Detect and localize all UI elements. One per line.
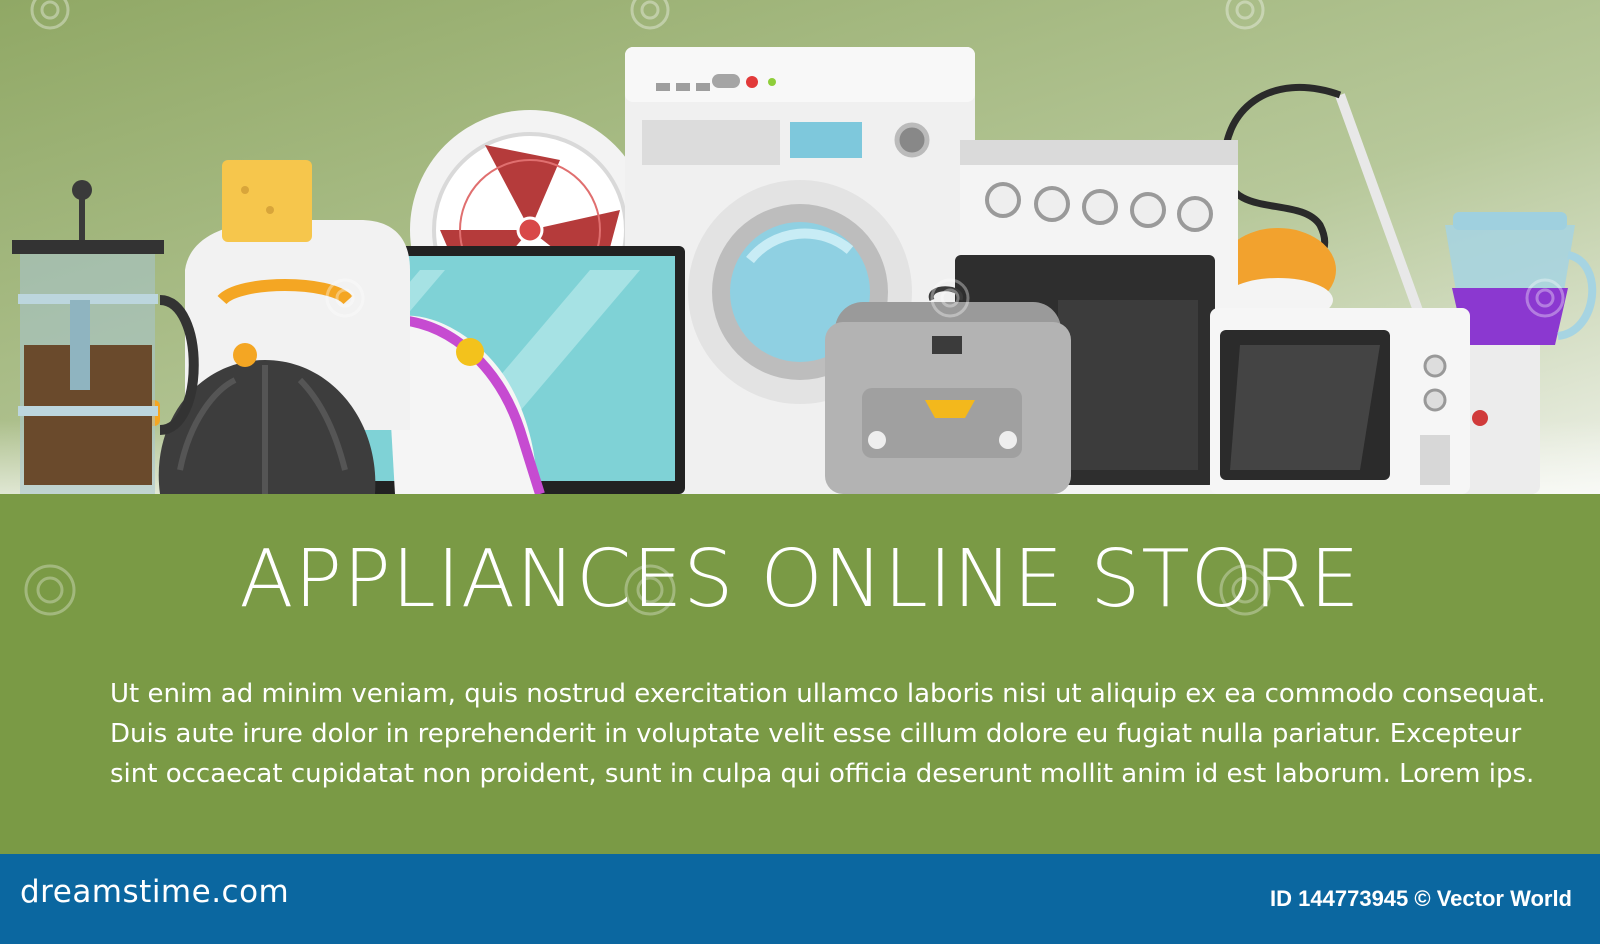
body-line: Duis aute irure dolor in reprehenderit i… — [110, 719, 1522, 749]
body-line: Ut enim ad minim veniam, quis nostrud ex… — [110, 679, 1546, 709]
microwave-icon — [1210, 308, 1470, 494]
multicooker-icon — [825, 286, 1071, 494]
footer-brand[interactable]: dreamstime.com — [20, 874, 289, 910]
appliances-illustration — [0, 0, 1600, 494]
footer-image-id: ID 144773945 © Vector World — [1270, 886, 1572, 911]
banner-title: APPLIANCES ONLINE STORE — [239, 533, 1361, 625]
banner-body: Ut enim ad minim veniam, quis nostrud ex… — [110, 674, 1546, 794]
body-line: sint occaecat cupidatat non proident, su… — [110, 759, 1535, 789]
footer-bar: dreamstime.com ID 144773945 © Vector Wor… — [0, 854, 1600, 944]
